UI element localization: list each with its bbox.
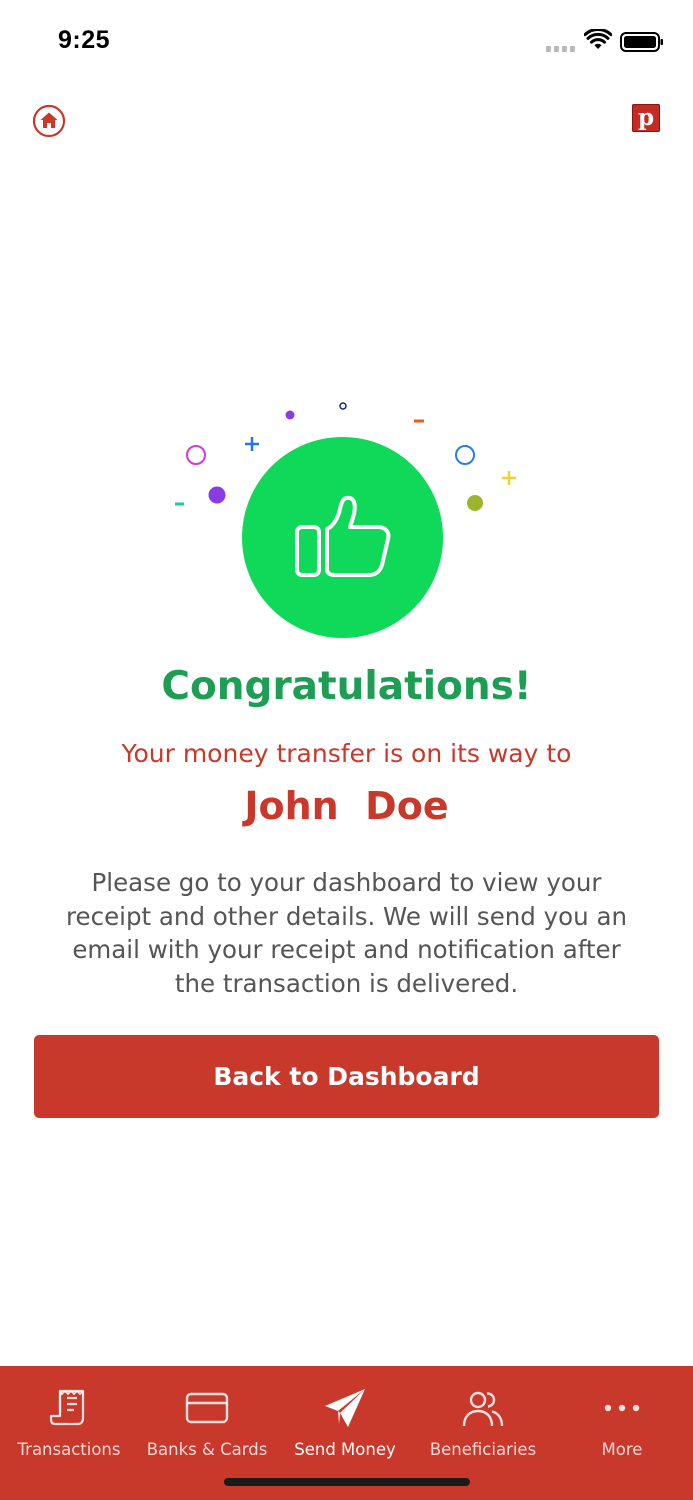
status-bar: 9:25 — [0, 0, 693, 84]
back-to-dashboard-button[interactable]: Back to Dashboard — [34, 1035, 659, 1118]
wifi-icon — [584, 29, 612, 49]
tab-send-money[interactable]: Send Money — [276, 1366, 414, 1476]
profile-logo[interactable]: p — [632, 104, 660, 132]
home-indicator — [224, 1478, 470, 1486]
status-time: 9:25 — [58, 26, 111, 54]
tab-beneficiaries[interactable]: Beneficiaries — [414, 1366, 552, 1476]
card-icon — [185, 1392, 229, 1424]
battery-icon — [620, 32, 663, 52]
tab-more[interactable]: More — [553, 1366, 691, 1476]
paper-plane-icon — [325, 1389, 365, 1427]
home-icon[interactable] — [32, 104, 66, 138]
thumbs-up-icon — [295, 495, 391, 577]
confirmation-message: Please go to your dashboard to view your… — [66, 868, 627, 998]
tab-label: More — [601, 1440, 643, 1459]
tab-banks-cards[interactable]: Banks & Cards — [138, 1366, 276, 1476]
success-badge — [242, 437, 443, 638]
tab-label: Transactions — [17, 1440, 121, 1459]
signal-icon — [546, 44, 578, 52]
transfer-subtitle: Your money transfer is on its way to — [121, 739, 572, 768]
tab-transactions[interactable]: Transactions — [0, 1366, 138, 1476]
tab-label: Beneficiaries — [429, 1440, 537, 1459]
success-title: Congratulations! — [161, 664, 532, 709]
users-icon — [462, 1391, 504, 1427]
tab-label: Send Money — [294, 1440, 396, 1459]
tab-label: Banks & Cards — [146, 1440, 268, 1459]
more-dots-icon — [604, 1404, 640, 1412]
receipt-icon — [49, 1389, 85, 1426]
recipient-name: John Doe — [244, 784, 449, 828]
